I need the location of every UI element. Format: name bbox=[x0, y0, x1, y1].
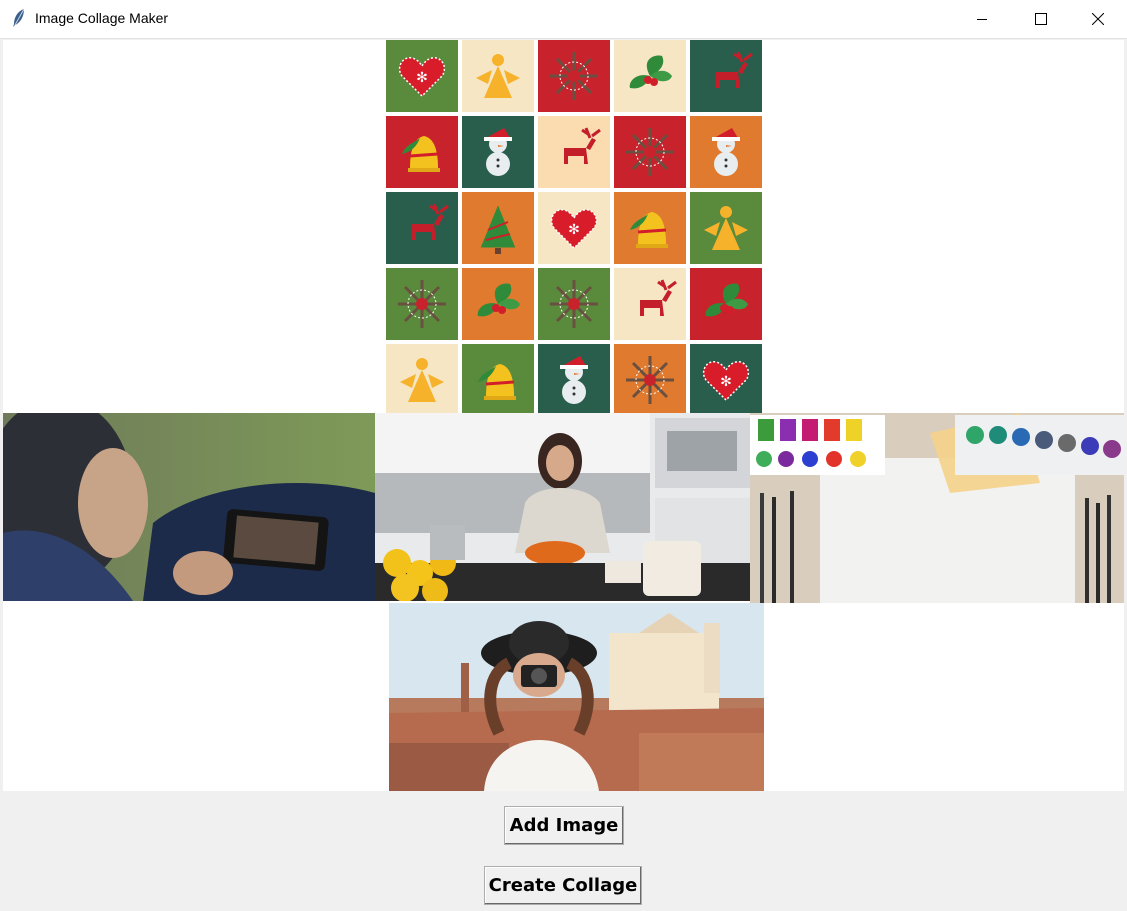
collage-canvas: ✻ ✻ ✻ bbox=[3, 40, 1124, 791]
angel-icon bbox=[476, 54, 520, 98]
heart-icon: ✻ bbox=[550, 209, 598, 250]
snowman-icon bbox=[484, 128, 512, 176]
angel-icon bbox=[400, 358, 444, 402]
tile-holly bbox=[462, 268, 534, 340]
tile-snowflake bbox=[386, 268, 458, 340]
tile-snowman bbox=[462, 116, 534, 188]
tile-bell bbox=[386, 116, 458, 188]
holly-icon bbox=[477, 283, 520, 317]
bell-icon bbox=[478, 364, 516, 400]
snowman-icon bbox=[560, 356, 588, 404]
woman-with-camera-photo bbox=[389, 603, 764, 791]
tile-heart: ✻ bbox=[538, 192, 610, 264]
reindeer-icon bbox=[716, 51, 753, 88]
tile-heart: ✻ bbox=[386, 40, 458, 112]
snowflake-icon bbox=[626, 356, 674, 404]
svg-text:✻: ✻ bbox=[720, 374, 732, 390]
tile-snowflake bbox=[538, 40, 610, 112]
heart-icon: ✻ bbox=[702, 361, 750, 402]
close-icon bbox=[1092, 13, 1104, 25]
tile-angel bbox=[690, 192, 762, 264]
tile-reindeer bbox=[386, 192, 458, 264]
minimize-button[interactable] bbox=[953, 0, 1011, 38]
tile-reindeer bbox=[690, 40, 762, 112]
bell-icon bbox=[402, 136, 440, 172]
snowman-icon bbox=[712, 128, 740, 176]
christmas-icon-grid: ✻ ✻ ✻ bbox=[386, 40, 762, 416]
heart-icon: ✻ bbox=[398, 57, 446, 98]
svg-text:✻: ✻ bbox=[416, 70, 428, 86]
tile-snowflake bbox=[538, 268, 610, 340]
tile-bell bbox=[462, 344, 534, 416]
holly-icon bbox=[705, 283, 748, 317]
tile-heart: ✻ bbox=[690, 344, 762, 416]
maximize-button[interactable] bbox=[1012, 0, 1070, 38]
angel-icon bbox=[704, 206, 748, 250]
snowflake-icon bbox=[626, 128, 674, 176]
feather-icon bbox=[10, 8, 28, 28]
tile-angel bbox=[462, 40, 534, 112]
minimize-icon bbox=[977, 19, 987, 20]
tile-snowflake bbox=[614, 344, 686, 416]
tile-bell bbox=[614, 192, 686, 264]
tile-reindeer bbox=[538, 116, 610, 188]
reindeer-icon bbox=[412, 203, 449, 240]
window-title: Image Collage Maker bbox=[35, 10, 169, 26]
tile-snowman bbox=[690, 116, 762, 188]
watercolor-paints-paper-photo bbox=[750, 413, 1124, 603]
tile-tree bbox=[462, 192, 534, 264]
snowflake-icon bbox=[550, 280, 598, 328]
bell-icon bbox=[630, 212, 668, 248]
title-bar[interactable]: Image Collage Maker bbox=[0, 0, 1127, 39]
close-button[interactable] bbox=[1069, 0, 1127, 38]
create-collage-button[interactable]: Create Collage bbox=[484, 866, 642, 905]
person-watching-phone-photo bbox=[3, 413, 375, 601]
tile-holly bbox=[614, 40, 686, 112]
snowflake-icon bbox=[398, 280, 446, 328]
holly-icon bbox=[629, 55, 672, 89]
svg-text:✻: ✻ bbox=[568, 222, 580, 238]
reindeer-icon bbox=[564, 127, 601, 164]
tile-snowflake bbox=[614, 116, 686, 188]
add-image-button[interactable]: Add Image bbox=[504, 806, 624, 845]
reindeer-icon bbox=[640, 279, 677, 316]
woman-cooking-kitchen-photo bbox=[375, 413, 750, 601]
snowflake-icon bbox=[550, 52, 598, 100]
maximize-icon bbox=[1035, 13, 1047, 25]
tile-holly bbox=[690, 268, 762, 340]
tile-snowman bbox=[538, 344, 610, 416]
tile-reindeer bbox=[614, 268, 686, 340]
tree-icon bbox=[479, 202, 517, 254]
tile-angel bbox=[386, 344, 458, 416]
